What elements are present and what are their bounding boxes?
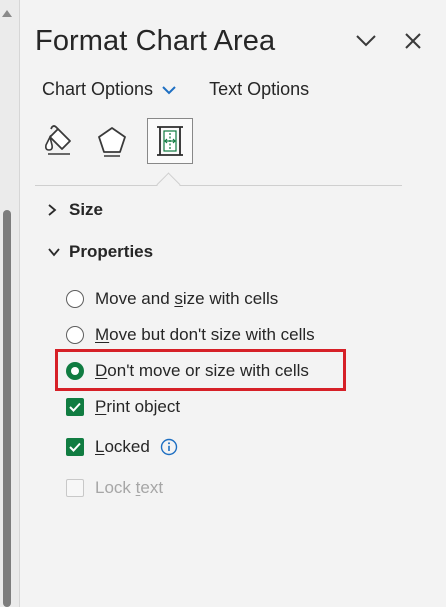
- radio-button-selected[interactable]: [66, 362, 84, 380]
- task-pane-options-button[interactable]: [351, 26, 381, 56]
- chevron-down-icon[interactable]: [161, 85, 177, 95]
- workbook-scrollbar[interactable]: [0, 0, 20, 607]
- radio-button[interactable]: [66, 326, 84, 344]
- size-properties-tab[interactable]: [147, 118, 193, 164]
- option-label: Lock text: [95, 478, 164, 497]
- selected-tab-pointer: [156, 172, 181, 197]
- close-pane-button[interactable]: [398, 26, 428, 56]
- size-properties-icon: [157, 126, 183, 156]
- section-size-label: Size: [69, 200, 104, 219]
- checkmark-icon: [69, 442, 81, 452]
- scroll-thumb[interactable]: [3, 210, 11, 607]
- checkbox-locked[interactable]: Locked: [66, 437, 178, 457]
- info-icon[interactable]: [160, 438, 178, 456]
- checkbox-lock-text: Lock text: [66, 478, 163, 498]
- radio-move-and-size[interactable]: Move and size with cells: [66, 289, 278, 309]
- section-properties-label: Properties: [69, 242, 154, 261]
- checkbox-checked[interactable]: [66, 398, 84, 416]
- option-label: Locked: [95, 437, 150, 456]
- section-size[interactable]: Size: [47, 200, 103, 220]
- checkbox-unchecked-disabled: [66, 479, 84, 497]
- option-label: Don't move or size with cells: [95, 361, 309, 380]
- checkbox-print-object[interactable]: Print object: [66, 397, 180, 417]
- fill-line-tab[interactable]: [35, 118, 81, 164]
- format-chart-area-pane: Format Chart Area Chart Options Text Opt…: [21, 0, 446, 607]
- tab-divider: [35, 185, 402, 186]
- pane-title: Format Chart Area: [35, 25, 276, 57]
- chevron-down-icon: [356, 35, 376, 47]
- tab-text-options-label: Text Options: [209, 79, 310, 99]
- fill-line-icon: [45, 125, 71, 155]
- tab-text-options[interactable]: Text Options: [209, 79, 309, 100]
- radio-move-no-size[interactable]: Move but don't size with cells: [66, 325, 315, 345]
- tab-chart-options[interactable]: Chart Options: [42, 79, 177, 100]
- section-properties[interactable]: Properties: [47, 242, 153, 262]
- option-label: Print object: [95, 397, 181, 416]
- effects-pentagon-icon: [98, 127, 126, 157]
- scroll-up-arrow-icon[interactable]: [2, 10, 12, 17]
- category-icon-tabs: [35, 118, 201, 164]
- option-label: Move but don't size with cells: [95, 325, 315, 344]
- chevron-right-icon: [47, 203, 61, 217]
- checkbox-checked[interactable]: [66, 438, 84, 456]
- radio-button[interactable]: [66, 290, 84, 308]
- options-tabs: Chart Options Text Options: [42, 79, 309, 100]
- effects-tab[interactable]: [89, 118, 135, 164]
- checkmark-icon: [69, 402, 81, 412]
- chevron-down-icon: [47, 247, 61, 257]
- close-icon: [405, 33, 421, 49]
- radio-dont-move-or-size[interactable]: Don't move or size with cells: [66, 361, 309, 381]
- option-label: Move and size with cells: [95, 289, 279, 308]
- tab-chart-options-label: Chart Options: [42, 79, 154, 99]
